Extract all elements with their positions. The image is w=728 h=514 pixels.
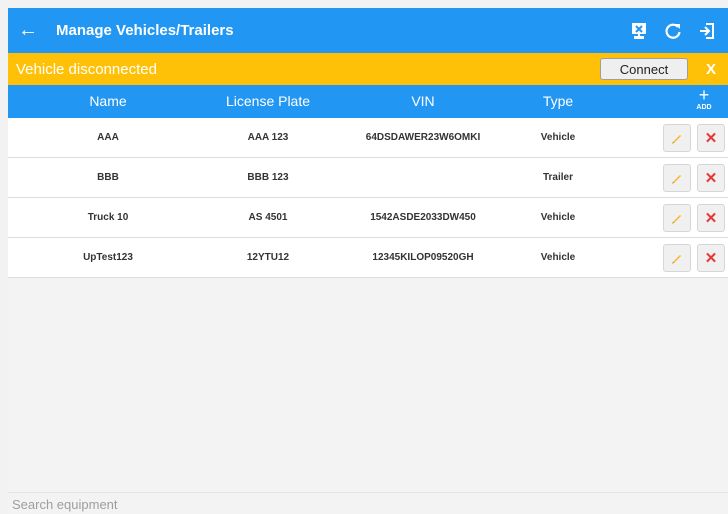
connect-button[interactable]: Connect (600, 58, 688, 80)
cell-vin: 64DSDAWER23W6OMKI (365, 132, 481, 143)
back-arrow-icon[interactable]: ← (8, 8, 48, 53)
delete-button[interactable]: ✕ (697, 244, 725, 272)
cell-type: Vehicle (540, 212, 576, 223)
pencil-icon (672, 255, 681, 264)
edit-button[interactable] (663, 124, 691, 152)
table-header: Name License Plate VIN Type + ADD (8, 85, 728, 118)
edit-button[interactable] (663, 164, 691, 192)
cell-name: UpTest123 (83, 252, 133, 263)
cell-type: Trailer (542, 172, 574, 183)
table-body: AAA AAA 123 64DSDAWER23W6OMKI Vehicle ✕ … (8, 118, 728, 278)
search-input[interactable] (8, 493, 728, 514)
close-icon: ✕ (704, 249, 718, 267)
delete-button[interactable]: ✕ (697, 124, 725, 152)
page-title: Manage Vehicles/Trailers (56, 22, 234, 39)
pencil-icon (672, 215, 681, 224)
logout-icon[interactable] (690, 8, 724, 53)
cell-vin (348, 158, 498, 198)
cell-type: Vehicle (540, 252, 576, 263)
cell-license-plate: BBB 123 (247, 172, 289, 183)
cell-name: BBB (97, 172, 119, 183)
cell-license-plate: AAA 123 (247, 132, 289, 143)
close-icon: ✕ (704, 209, 718, 227)
banner-text: Vehicle disconnected (16, 60, 157, 78)
cell-name: AAA (97, 132, 119, 143)
appbar-actions (622, 8, 728, 53)
banner-close-button[interactable]: X (694, 61, 728, 78)
pencil-icon (672, 135, 681, 144)
close-icon: ✕ (704, 169, 718, 187)
cell-name: Truck 10 (87, 212, 129, 223)
connection-banner: Vehicle disconnected Connect X (8, 53, 728, 85)
table-row[interactable]: AAA AAA 123 64DSDAWER23W6OMKI Vehicle ✕ (8, 118, 728, 158)
device-icon[interactable] (622, 8, 656, 53)
edit-button[interactable] (663, 204, 691, 232)
cell-license-plate: 12YTU12 (246, 252, 290, 263)
edit-button[interactable] (663, 244, 691, 272)
search-bar (8, 492, 728, 514)
cell-vin: 12345KILOP09520GH (372, 252, 474, 263)
refresh-icon[interactable] (656, 8, 690, 53)
cell-license-plate: AS 4501 (248, 212, 288, 223)
add-button[interactable]: + ADD (684, 85, 724, 117)
close-icon: ✕ (704, 129, 718, 147)
table-row[interactable]: UpTest123 12YTU12 12345KILOP09520GH Vehi… (8, 238, 728, 278)
table-row[interactable]: BBB BBB 123 Trailer ✕ (8, 158, 728, 198)
delete-button[interactable]: ✕ (697, 164, 725, 192)
cell-type: Vehicle (540, 132, 576, 143)
table-row[interactable]: Truck 10 AS 4501 1542ASDE2033DW450 Vehic… (8, 198, 728, 238)
cell-vin: 1542ASDE2033DW450 (370, 212, 476, 223)
app-frame: ← Manage Vehicles/Trailers Vehicle disco… (8, 8, 728, 514)
pencil-icon (672, 175, 681, 184)
column-header-vin: VIN (411, 93, 435, 109)
column-header-license-plate: License Plate (225, 93, 311, 109)
column-header-type: Type (542, 93, 574, 109)
column-header-name: Name (89, 93, 127, 109)
add-label: ADD (696, 104, 712, 111)
plus-icon: + (698, 85, 710, 105)
delete-button[interactable]: ✕ (697, 204, 725, 232)
app-bar: ← Manage Vehicles/Trailers (8, 8, 728, 53)
